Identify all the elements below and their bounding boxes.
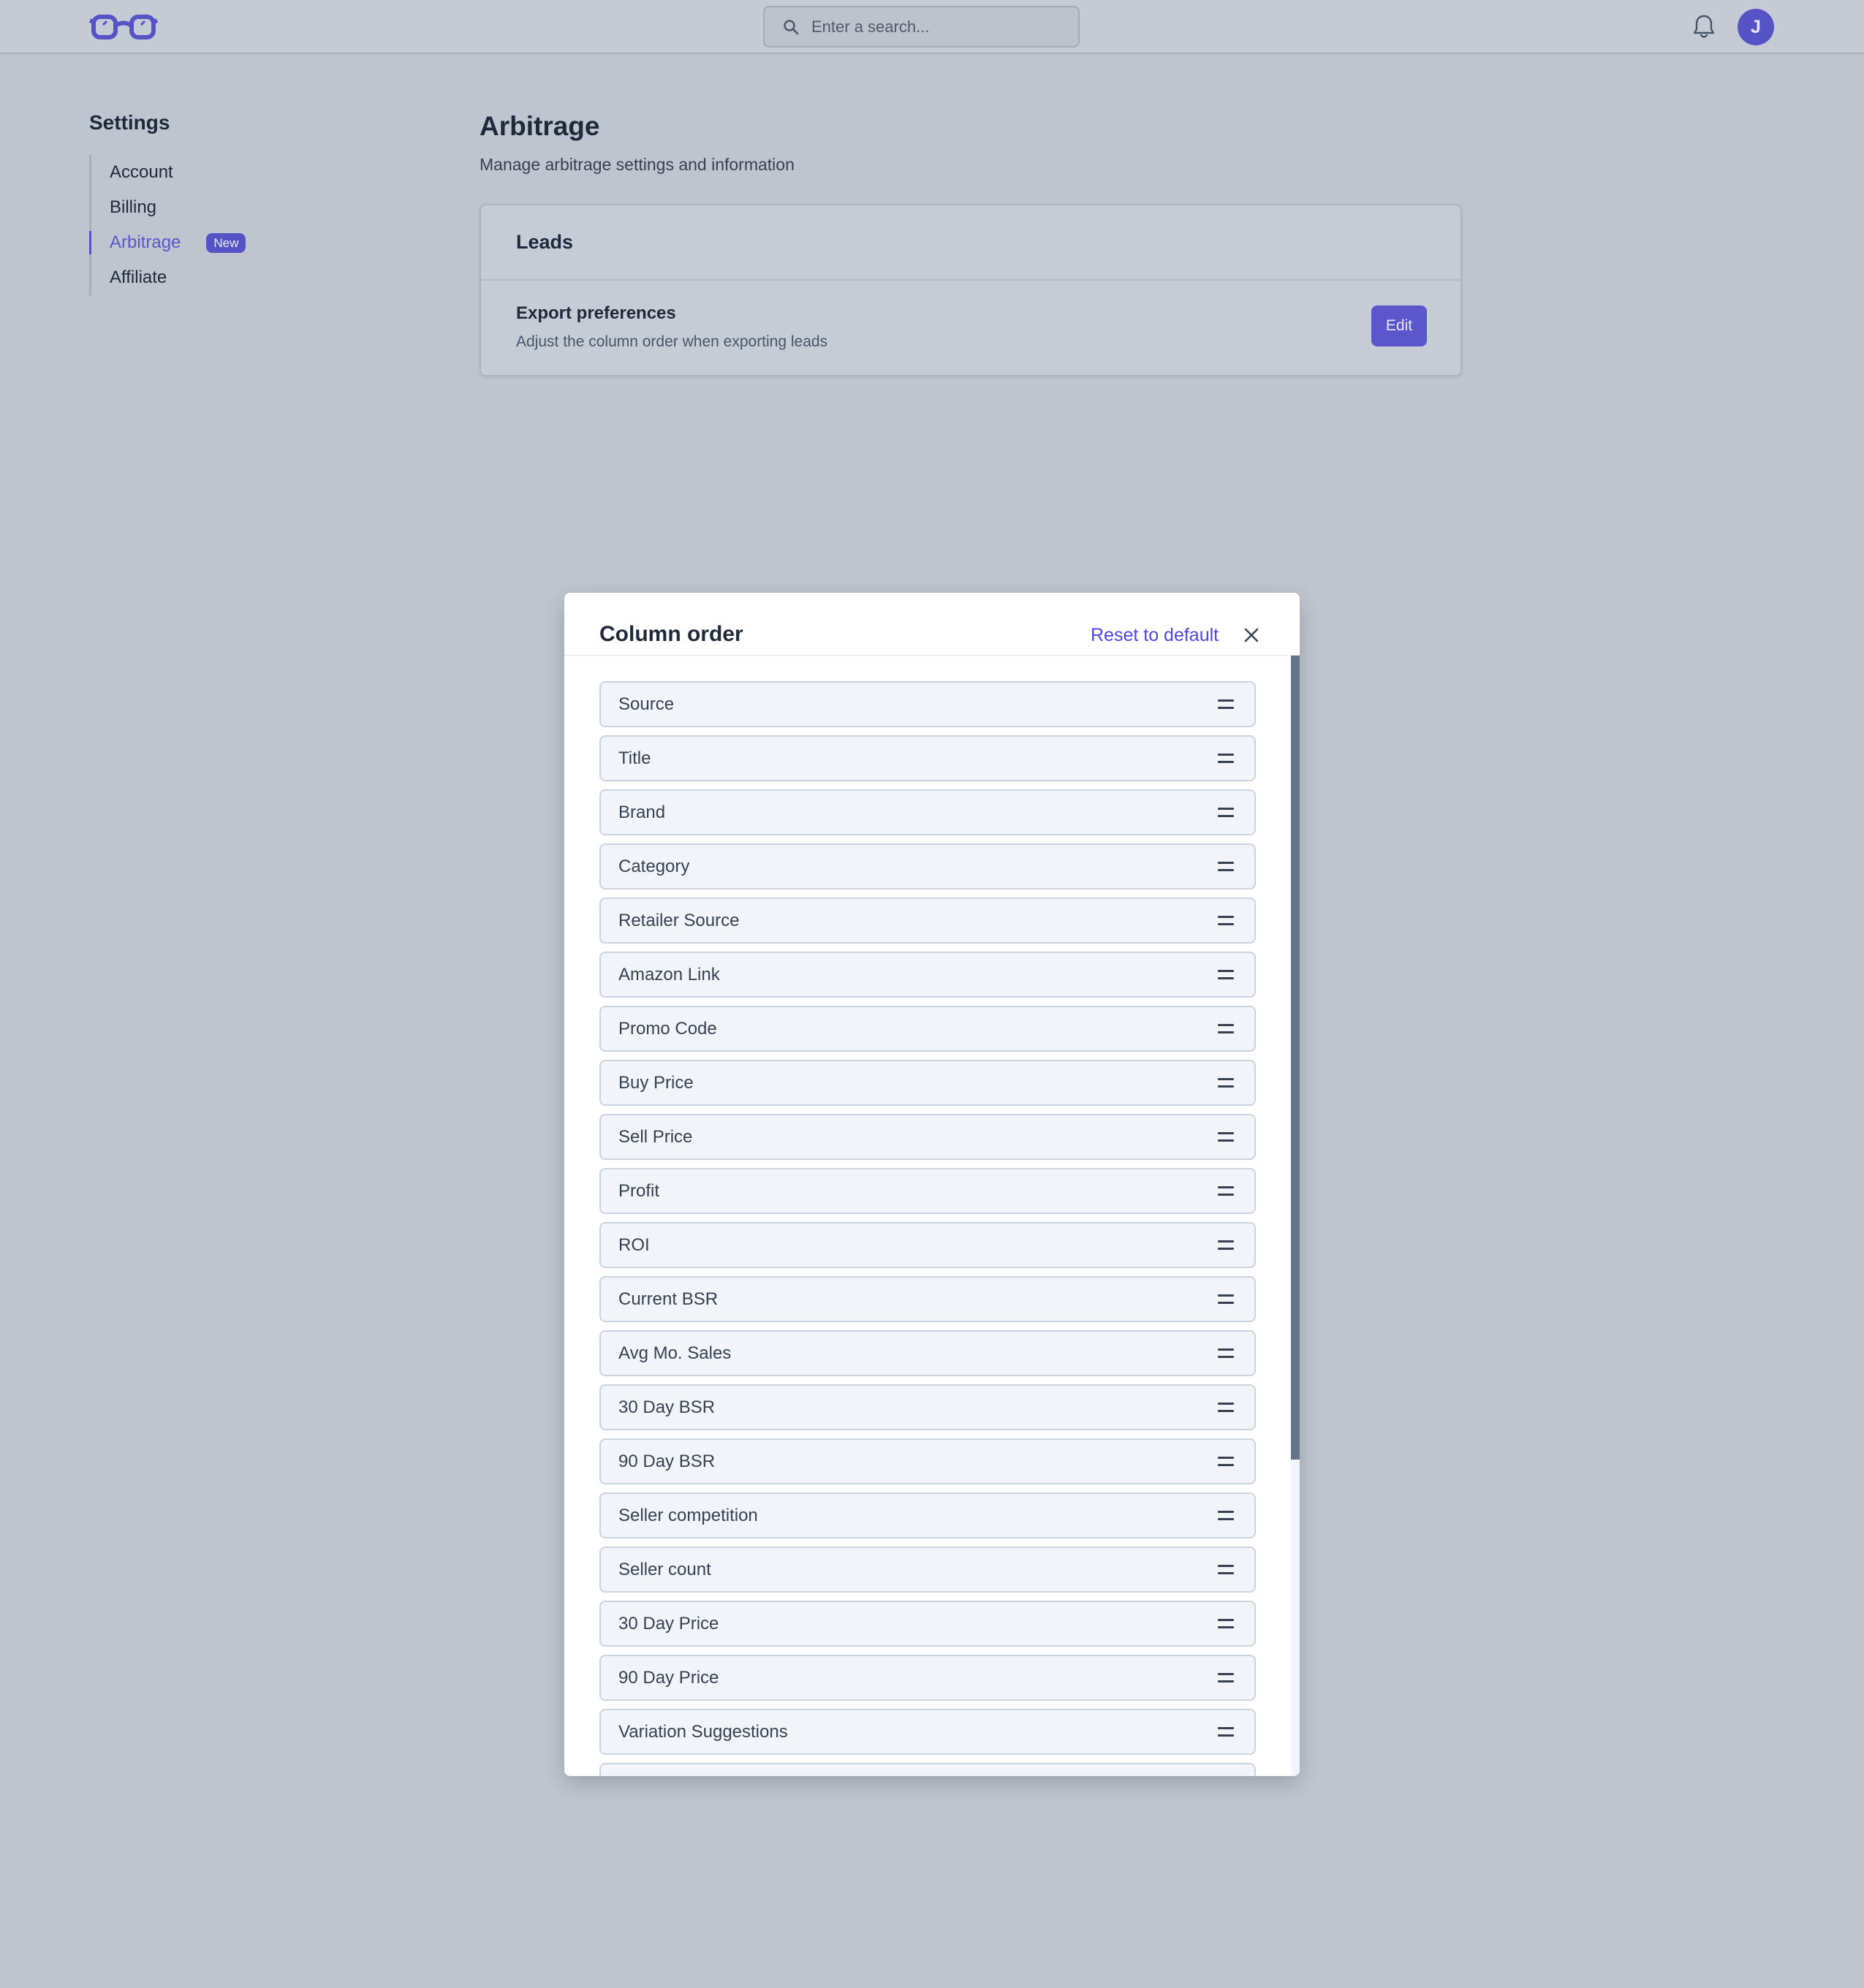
drag-handle-icon[interactable] (1218, 1673, 1234, 1683)
column-list-item[interactable]: Brand (599, 789, 1256, 835)
search-box[interactable] (763, 6, 1080, 48)
column-list-item[interactable]: Current BSR (599, 1276, 1256, 1322)
column-label: 30 Day Price (618, 1613, 719, 1634)
column-list: Source Title Brand Category Retailer Source A… (599, 681, 1256, 1776)
column-list-item[interactable]: 30 Day Price (599, 1601, 1256, 1647)
sidebar-item-label: Affiliate (110, 268, 167, 287)
column-list-item[interactable]: Seller competition (599, 1492, 1256, 1539)
drag-handle-icon[interactable] (1218, 1240, 1234, 1251)
column-label: Sell Price (618, 1126, 693, 1147)
edit-button[interactable]: Edit (1371, 306, 1427, 346)
drag-handle-icon[interactable] (1218, 1078, 1234, 1088)
export-preferences-row: Export preferences Adjust the column ord… (481, 281, 1460, 376)
column-label: Promo Code (618, 1018, 717, 1039)
column-list-item[interactable]: 90 Day Price (599, 1655, 1256, 1701)
column-list-item[interactable]: 30 Day BSR (599, 1384, 1256, 1430)
row-title: Export preferences (516, 303, 676, 323)
new-badge: New (206, 232, 246, 253)
column-list-item[interactable]: 90 Day BSR (599, 1438, 1256, 1484)
column-label: Title (618, 748, 651, 768)
search-input[interactable] (811, 17, 1060, 37)
close-icon (1244, 628, 1259, 642)
drag-handle-icon[interactable] (1218, 1619, 1234, 1629)
column-label: 90 Day Price (618, 1667, 719, 1688)
drag-handle-icon[interactable] (1218, 1565, 1234, 1575)
column-label: Amazon Link (618, 964, 720, 984)
scrollbar-thumb[interactable] (1291, 656, 1300, 1460)
card-title: Leads (481, 205, 1460, 281)
drag-handle-icon[interactable] (1218, 916, 1234, 926)
column-label: Seller competition (618, 1505, 758, 1525)
column-list-item[interactable]: Seller count (599, 1547, 1256, 1593)
drag-handle-icon[interactable] (1218, 1348, 1234, 1359)
page-title: Arbitrage (480, 111, 600, 141)
drag-handle-icon[interactable] (1218, 808, 1234, 818)
column-list-item[interactable]: Amazon Link (599, 952, 1256, 998)
column-list-item[interactable]: Variation Suggestions (599, 1709, 1256, 1755)
column-label: Current BSR (618, 1289, 719, 1309)
column-list-item[interactable]: Profit (599, 1168, 1256, 1214)
drag-handle-icon[interactable] (1218, 970, 1234, 980)
column-label: Avg Mo. Sales (618, 1343, 732, 1363)
sidebar-item-label: Billing (110, 197, 157, 217)
column-label: Retailer Source (618, 910, 740, 930)
column-list-item[interactable]: Source (599, 681, 1256, 727)
drag-handle-icon[interactable] (1218, 1457, 1234, 1467)
modal-header: Column order Reset to default (564, 593, 1300, 656)
column-label: Seller count (618, 1559, 711, 1579)
column-label: 30 Day BSR (618, 1397, 716, 1417)
sidebar-item-billing[interactable]: Billing (91, 190, 308, 225)
sidebar-title: Settings (89, 111, 170, 134)
bell-icon[interactable] (1691, 13, 1716, 39)
glasses-logo-icon[interactable] (89, 13, 158, 41)
column-list-item[interactable]: Title (599, 735, 1256, 781)
column-label: Profit (618, 1180, 660, 1201)
column-list-item[interactable]: Retailer Source (599, 898, 1256, 944)
column-order-modal: Column order Reset to default Source Titl… (564, 593, 1300, 1776)
column-label: Source (618, 694, 675, 714)
drag-handle-icon[interactable] (1218, 1511, 1234, 1521)
drag-handle-icon[interactable] (1218, 1186, 1234, 1196)
column-label: ROI (618, 1234, 650, 1255)
column-list-item[interactable]: Sell Price (599, 1114, 1256, 1160)
reset-to-default-link[interactable]: Reset to default (1091, 625, 1219, 646)
sidebar-item-affiliate[interactable]: Affiliate (91, 260, 308, 295)
column-list-item[interactable]: Avg Mo. Sales (599, 1330, 1256, 1376)
sidebar-item-label: Account (110, 162, 173, 182)
close-button[interactable] (1238, 622, 1265, 648)
top-bar: J (0, 0, 1864, 54)
sidebar-item-label: Arbitrage (110, 232, 181, 252)
row-description: Adjust the column order when exporting l… (516, 333, 828, 350)
column-list-item[interactable]: ROI (599, 1222, 1256, 1268)
drag-handle-icon[interactable] (1218, 1294, 1234, 1305)
column-label: Brand (618, 802, 666, 822)
settings-nav: Account Billing Arbitrage New Affiliate (89, 155, 308, 295)
drag-handle-icon[interactable] (1218, 754, 1234, 764)
column-label: Variation Suggestions (618, 1721, 788, 1742)
column-label: 90 Day BSR (618, 1451, 716, 1471)
column-list-item[interactable]: Buy Price (599, 1060, 1256, 1106)
modal-title: Column order (599, 622, 743, 646)
column-label: Category (618, 856, 690, 876)
drag-handle-icon[interactable] (1218, 1024, 1234, 1034)
avatar[interactable]: J (1738, 9, 1774, 45)
page-subtitle: Manage arbitrage settings and informatio… (480, 155, 795, 174)
column-list-item[interactable] (599, 1763, 1256, 1776)
column-list-item[interactable]: Promo Code (599, 1006, 1256, 1052)
drag-handle-icon[interactable] (1218, 862, 1234, 872)
leads-card: Leads Export preferences Adjust the colu… (480, 204, 1462, 376)
drag-handle-icon[interactable] (1218, 1132, 1234, 1142)
search-icon (784, 19, 799, 34)
column-list-item[interactable]: Category (599, 843, 1256, 889)
sidebar-item-account[interactable]: Account (91, 155, 308, 190)
drag-handle-icon[interactable] (1218, 1403, 1234, 1413)
column-label: Buy Price (618, 1072, 694, 1093)
drag-handle-icon[interactable] (1218, 699, 1234, 710)
sidebar-item-arbitrage[interactable]: Arbitrage New (89, 225, 308, 260)
drag-handle-icon[interactable] (1218, 1727, 1234, 1737)
